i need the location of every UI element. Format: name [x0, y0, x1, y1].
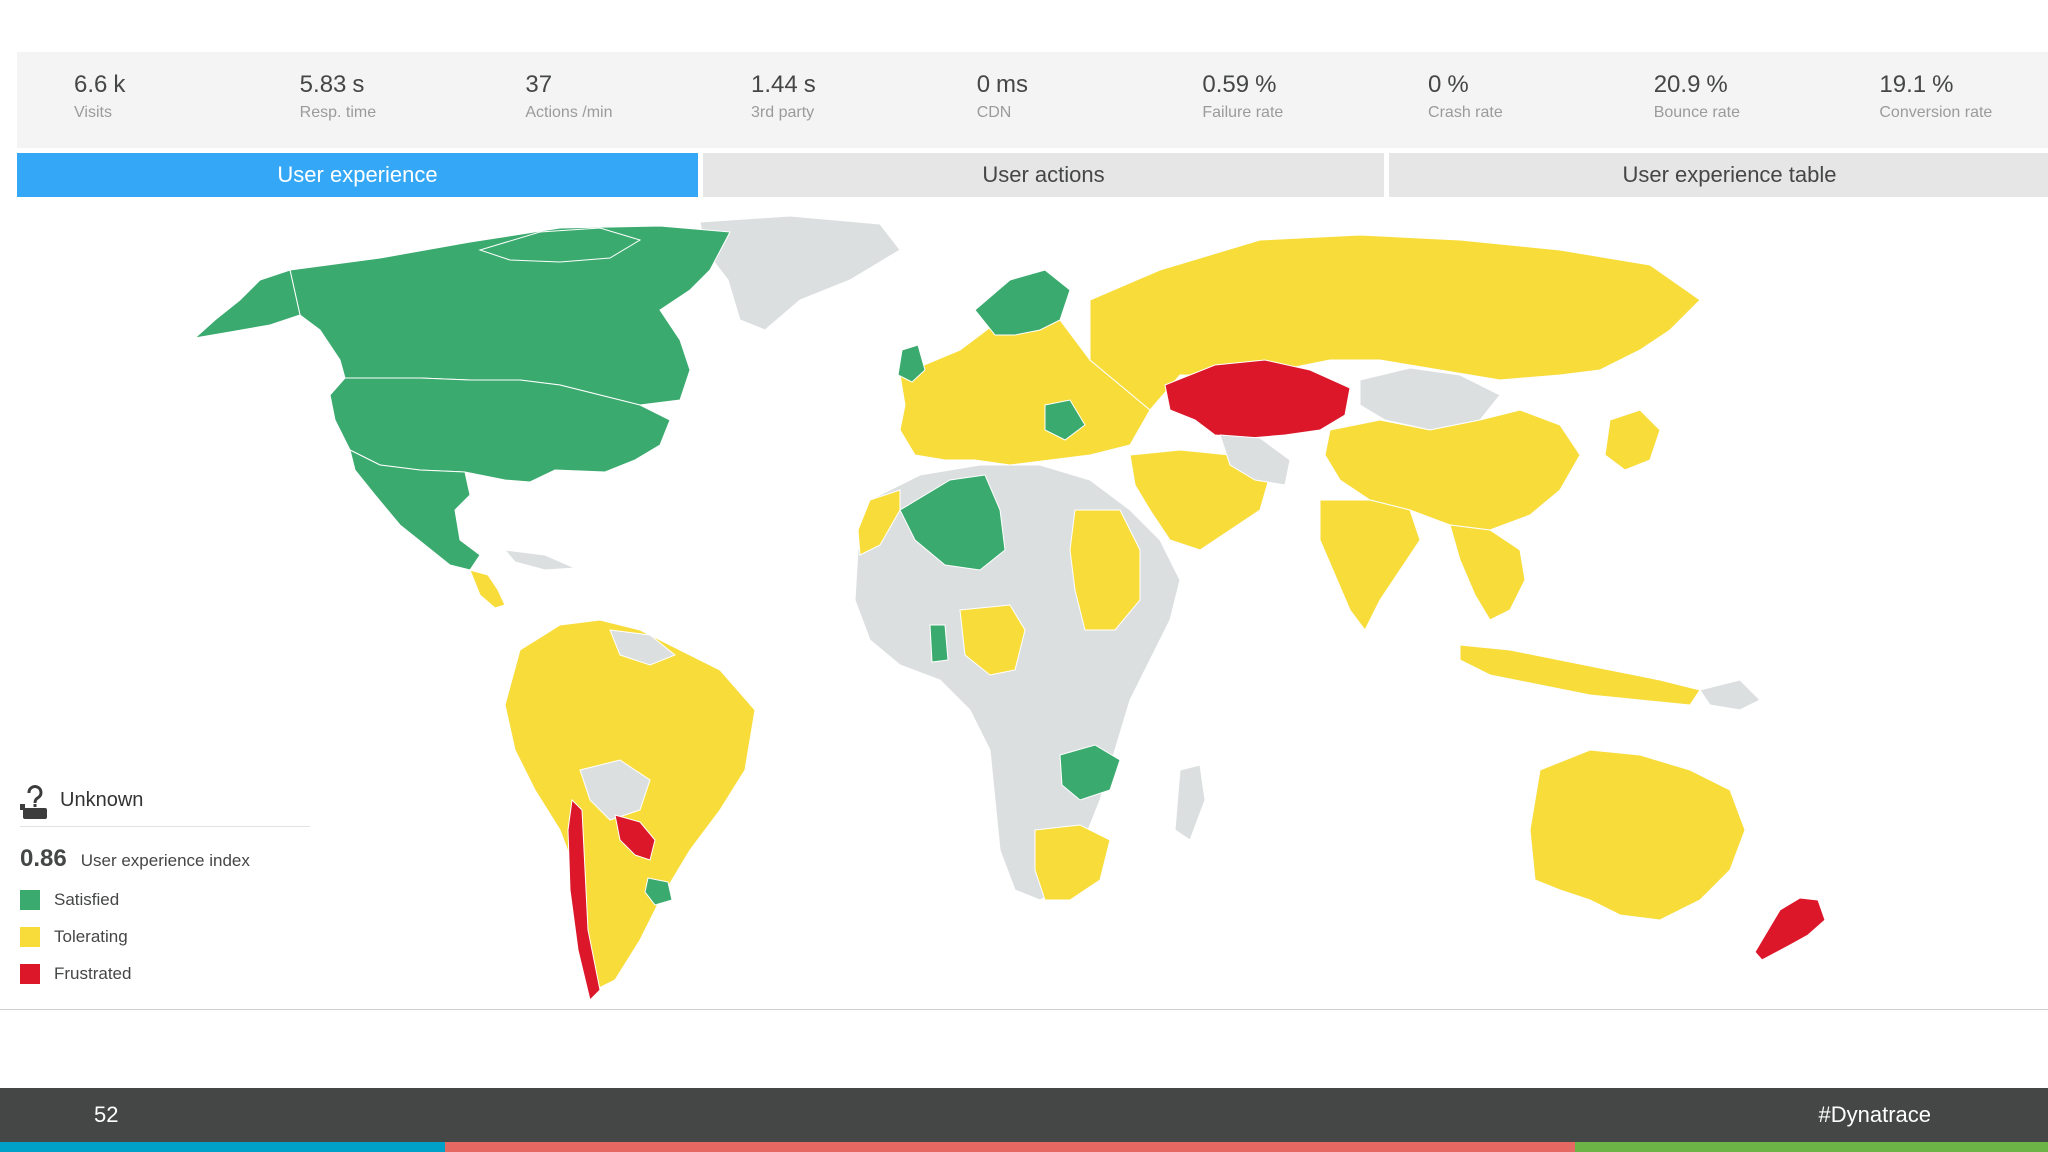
kpi-value: 19.1	[1879, 71, 1927, 98]
legend-item-satisfied[interactable]: Satisfied	[20, 890, 310, 910]
kpi-crash-rate[interactable]: 0% Crash rate	[1371, 52, 1597, 148]
country-madagascar[interactable]	[1174, 764, 1206, 841]
kpi-value: 37	[525, 71, 553, 98]
footer-stripe-red	[445, 1142, 1575, 1152]
country-south-africa[interactable]	[1034, 824, 1111, 901]
kpi-value: 6.6	[74, 71, 108, 98]
satisfied-swatch	[20, 890, 40, 910]
kpi-unit: s	[803, 71, 816, 98]
country-papua[interactable]	[1699, 679, 1761, 711]
kpi-label: CDN	[976, 104, 1012, 121]
frustrated-swatch	[20, 964, 40, 984]
page-number: 52	[94, 1102, 119, 1127]
kpi-value: 0	[1428, 71, 1442, 98]
legend-item-tolerating[interactable]: Tolerating	[20, 927, 310, 947]
legend-label: Satisfied	[54, 890, 120, 909]
country-japan[interactable]	[1604, 409, 1661, 471]
map-bottom-divider	[0, 1009, 2048, 1010]
kpi-label: Bounce rate	[1653, 104, 1740, 121]
unknown-label: Unknown	[60, 788, 144, 811]
kpi-label: 3rd party	[751, 104, 815, 121]
legend-label: Frustrated	[54, 964, 132, 983]
kpi-unit: %	[1706, 71, 1728, 98]
tab-user-actions[interactable]: User actions	[703, 153, 1384, 197]
kpi-unit: %	[1447, 71, 1469, 98]
kpi-unit: k	[113, 71, 126, 98]
country-greenland[interactable]	[699, 215, 901, 331]
kpi-label: Visits	[74, 104, 112, 121]
map-legend: Unknown 0.86 User experience index Satis…	[20, 780, 310, 984]
view-tabs: User experience User actions User experi…	[17, 153, 2048, 197]
kpi-visits[interactable]: 6.6 k Visits	[17, 52, 243, 148]
kpi-unit: %	[1932, 71, 1954, 98]
kpi-value: 0.59	[1202, 71, 1250, 98]
country-ghana[interactable]	[929, 624, 949, 663]
tab-user-experience-table[interactable]: User experience table	[1389, 153, 2048, 197]
tab-user-experience[interactable]: User experience	[17, 153, 698, 197]
kpi-value: 1.44	[751, 71, 798, 98]
kpi-label: Conversion rate	[1879, 104, 1993, 121]
tolerating-swatch	[20, 927, 40, 947]
kpi-bar: 6.6 k Visits 5.83 s Resp. time 37 Actions …	[17, 52, 2048, 148]
kpi-unit: %	[1255, 71, 1277, 98]
index-label: User experience index	[80, 851, 250, 870]
footer-stripe-blue	[0, 1142, 445, 1152]
legend-label: Tolerating	[54, 927, 128, 946]
footer-hashtag: #Dynatrace	[1818, 1102, 1931, 1127]
kpi-label: Resp. time	[299, 104, 377, 121]
kpi-cdn[interactable]: 0 ms CDN	[920, 52, 1146, 148]
legend-item-frustrated[interactable]: Frustrated	[20, 964, 310, 984]
kpi-bounce-rate[interactable]: 20.9% Bounce rate	[1597, 52, 1823, 148]
kpi-label: Failure rate	[1202, 104, 1284, 121]
unknown-row[interactable]: Unknown	[20, 780, 310, 820]
legend-divider	[20, 826, 310, 827]
kpi-third-party[interactable]: 1.44 s 3rd party	[694, 52, 920, 148]
country-australia[interactable]	[1529, 749, 1746, 921]
slide-footer: 52 #Dynatrace	[0, 1088, 2048, 1142]
country-indonesia[interactable]	[1459, 644, 1701, 706]
country-new-zealand[interactable]	[1754, 897, 1826, 961]
kpi-label: Crash rate	[1428, 104, 1503, 121]
user-experience-index: 0.86 User experience index	[20, 845, 310, 873]
country-africa[interactable]	[854, 464, 1181, 901]
country-southeast-asia[interactable]	[1449, 524, 1526, 621]
country-india[interactable]	[1319, 499, 1421, 631]
kpi-failure-rate[interactable]: 0.59% Failure rate	[1145, 52, 1371, 148]
country-egypt-sudan[interactable]	[1069, 509, 1141, 631]
kpi-value: 5.83	[299, 71, 347, 98]
unknown-lock-icon	[20, 785, 47, 819]
index-value: 0.86	[20, 845, 67, 872]
kpi-conversion-rate[interactable]: 19.1% Conversion rate	[1822, 52, 2048, 148]
country-cuba[interactable]	[503, 549, 576, 571]
country-central-america[interactable]	[469, 569, 506, 609]
kpi-value: 20.9	[1653, 71, 1701, 98]
kpi-actions-per-min[interactable]: 37 Actions /min	[468, 52, 694, 148]
country-alaska[interactable]	[193, 269, 301, 339]
kpi-unit: ms	[996, 71, 1029, 98]
kpi-unit: s	[352, 71, 365, 98]
kpi-label: Actions /min	[525, 104, 613, 121]
kpi-response-time[interactable]: 5.83 s Resp. time	[243, 52, 469, 148]
kpi-value: 0	[976, 71, 991, 98]
footer-stripe-green	[1575, 1142, 2048, 1152]
